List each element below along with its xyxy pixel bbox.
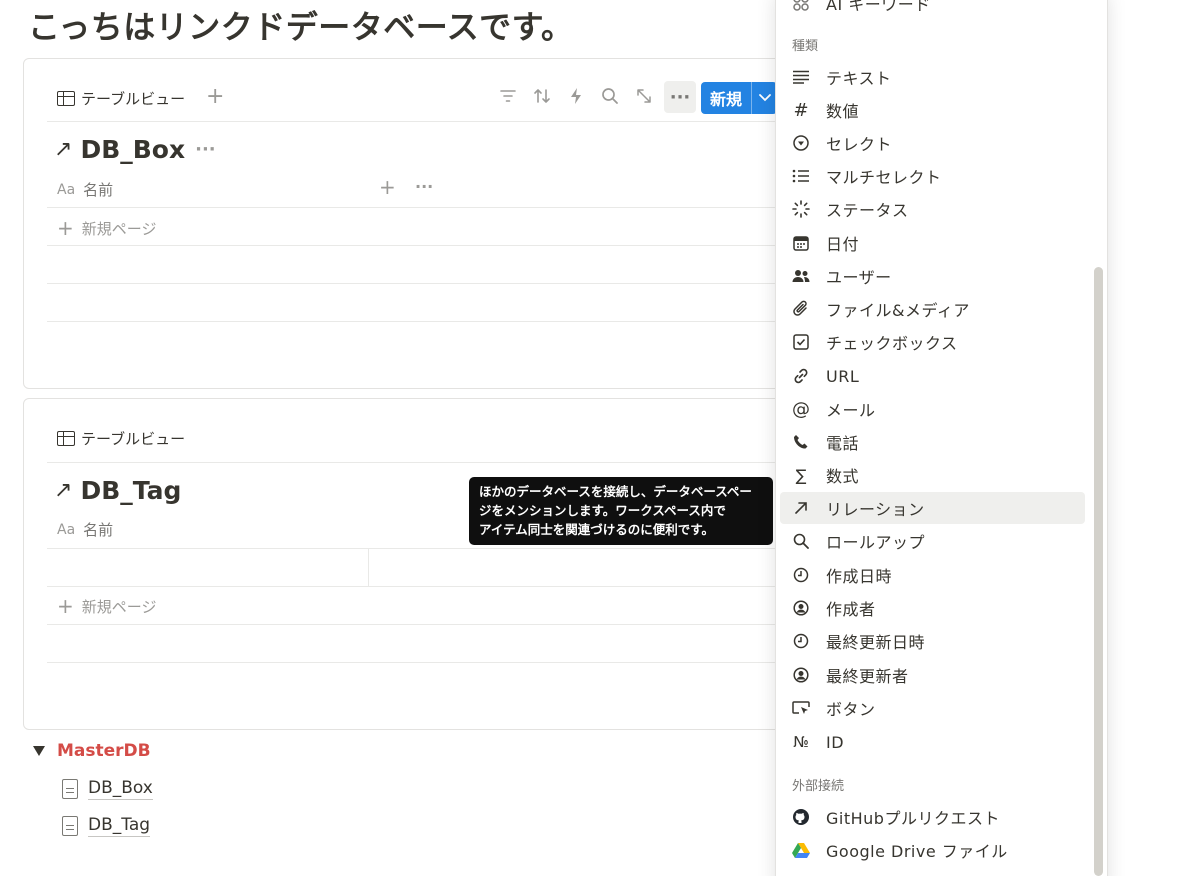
menu-item-github-pr[interactable]: GitHubプルリクエスト — [780, 801, 1085, 833]
menu-item-button[interactable]: ボタン — [780, 692, 1085, 724]
new-page-row[interactable]: + 新規ページ — [57, 594, 156, 618]
paperclip-icon — [791, 300, 811, 318]
new-page-row[interactable]: + 新規ページ — [57, 216, 156, 240]
select-circle-icon — [791, 134, 811, 152]
toggle-triangle-icon[interactable] — [33, 746, 45, 756]
lightning-icon[interactable] — [565, 85, 587, 107]
github-icon — [791, 808, 811, 826]
menu-item-status[interactable]: ステータス — [780, 193, 1085, 225]
clock-icon — [791, 633, 811, 649]
status-spinner-icon — [791, 200, 811, 218]
menu-item-created-by[interactable]: 作成者 — [780, 592, 1085, 624]
at-icon: @ — [792, 398, 810, 420]
hash-icon: # — [793, 99, 809, 121]
add-column-button[interactable]: + — [379, 175, 396, 199]
tree-parent-masterdb[interactable]: MasterDB — [57, 741, 151, 761]
menu-item-formula[interactable]: ∑ 数式 — [780, 459, 1085, 491]
search-icon[interactable] — [599, 85, 621, 107]
menu-item-email[interactable]: @ メール — [780, 393, 1085, 425]
more-options-button[interactable]: ··· — [664, 81, 696, 113]
view-label: テーブルビュー — [81, 430, 186, 448]
menu-item-date[interactable]: 日付 — [780, 227, 1085, 259]
menu-item-ai-keyword[interactable]: AI キーワード — [780, 0, 1085, 19]
phone-icon — [791, 434, 811, 450]
plus-icon: + — [57, 594, 74, 618]
menu-item-url[interactable]: URL — [780, 360, 1085, 392]
chevron-down-icon[interactable] — [752, 91, 777, 105]
column-header-name[interactable]: Aa 名前 — [57, 179, 113, 200]
tab-table-view[interactable]: テーブルビュー — [57, 428, 185, 449]
database-title[interactable]: ↗ DB_Tag — [54, 476, 181, 505]
page-title: こっちはリンクドデータベースです。 — [28, 8, 574, 46]
sort-icon[interactable] — [531, 85, 553, 107]
people-icon — [791, 269, 811, 283]
text-type-icon: Aa — [57, 521, 76, 538]
tab-table-view[interactable]: テーブルビュー — [57, 88, 185, 109]
new-button[interactable]: 新規 — [701, 82, 777, 114]
menu-item-google-drive[interactable]: Google Drive ファイル — [780, 834, 1085, 866]
menu-item-rollup[interactable]: ロールアップ — [780, 525, 1085, 557]
plus-icon: + — [57, 216, 74, 240]
cursor-button-icon — [791, 700, 811, 716]
tree-child-db-tag[interactable]: DB_Tag — [62, 815, 151, 837]
menu-item-relation[interactable]: リレーション — [780, 492, 1085, 524]
expand-icon[interactable] — [633, 85, 655, 107]
linked-database-tag: テーブルビュー ↗ DB_Tag Aa 名前 + 新規ページ — [23, 398, 783, 730]
calendar-icon — [791, 235, 811, 251]
menu-item-files-media[interactable]: ファイル&メディア — [780, 293, 1085, 325]
column-more-button[interactable]: ··· — [415, 177, 433, 196]
column-header-name[interactable]: Aa 名前 — [57, 519, 113, 540]
table-icon — [57, 431, 75, 446]
menu-item-created-time[interactable]: 作成日時 — [780, 559, 1085, 591]
person-circle-icon — [791, 600, 811, 616]
menu-item-last-edited-time[interactable]: 最終更新日時 — [780, 625, 1085, 657]
ai-keyword-icon — [791, 0, 811, 12]
section-types: 種類 — [792, 39, 819, 54]
google-drive-icon — [791, 842, 811, 858]
clock-icon — [791, 567, 811, 583]
db-more-icon[interactable]: ··· — [195, 139, 216, 160]
menu-item-text[interactable]: テキスト — [780, 61, 1085, 93]
menu-scrollbar[interactable] — [1094, 267, 1103, 876]
linked-arrow-icon: ↗ — [54, 137, 73, 162]
view-label: テーブルビュー — [81, 90, 186, 108]
table-icon — [57, 91, 75, 106]
property-type-menu: AI キーワード 種類 テキスト # 数値 セレクト マルチセレクト ステータス… — [775, 0, 1108, 876]
menu-item-last-edited-by[interactable]: 最終更新者 — [780, 659, 1085, 691]
menu-item-number[interactable]: # 数値 — [780, 94, 1085, 126]
new-button-label: 新規 — [709, 90, 742, 109]
linked-arrow-icon: ↗ — [54, 478, 73, 503]
filter-icon[interactable] — [497, 85, 519, 107]
database-title[interactable]: ↗ DB_Box ··· — [54, 135, 216, 164]
text-lines-icon — [791, 70, 811, 84]
sigma-icon: ∑ — [795, 465, 807, 485]
page-icon — [62, 779, 78, 799]
menu-item-id[interactable]: № ID — [780, 726, 1085, 758]
page-icon — [62, 816, 78, 836]
tree-child-db-box[interactable]: DB_Box — [62, 778, 153, 800]
linked-database-box: テーブルビュー + ··· 新規 ↗ DB_Box ··· Aa 名前 + ··… — [23, 58, 783, 389]
relation-tooltip: ほかのデータベースを接続し、データベースペー ジをメンションします。ワークスペー… — [469, 477, 773, 545]
numero-icon: № — [793, 733, 809, 751]
person-circle-icon — [791, 667, 811, 683]
add-view-button[interactable]: + — [206, 84, 224, 109]
section-external: 外部接続 — [792, 779, 845, 794]
menu-item-user[interactable]: ユーザー — [780, 260, 1085, 292]
arrow-up-right-icon — [791, 501, 811, 515]
menu-item-phone[interactable]: 電話 — [780, 426, 1085, 458]
list-icon — [791, 169, 811, 183]
magnifier-icon — [791, 533, 811, 549]
link-icon — [791, 367, 811, 385]
checkbox-icon — [791, 334, 811, 350]
text-type-icon: Aa — [57, 181, 76, 198]
menu-item-multi-select[interactable]: マルチセレクト — [780, 160, 1085, 192]
menu-item-checkbox[interactable]: チェックボックス — [780, 326, 1085, 358]
menu-item-select[interactable]: セレクト — [780, 127, 1085, 159]
